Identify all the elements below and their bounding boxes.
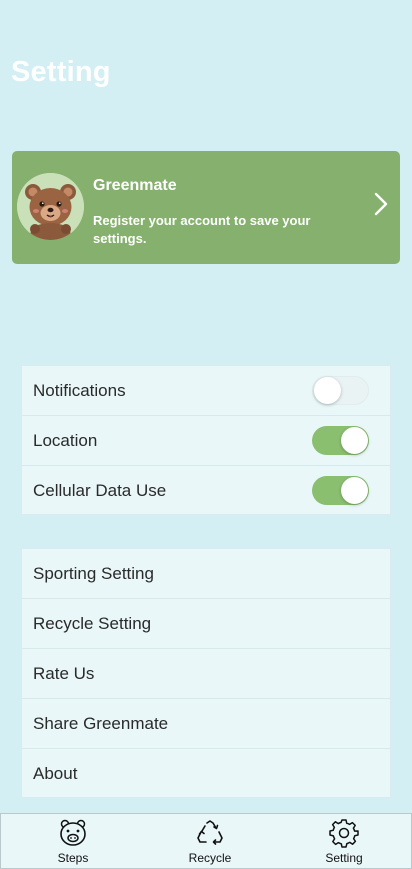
profile-card[interactable]: Greenmate Register your account to save … <box>12 151 400 264</box>
profile-description: Register your account to save your setti… <box>93 213 311 246</box>
tab-setting[interactable]: Setting <box>299 818 389 866</box>
profile-name: Greenmate <box>93 177 177 194</box>
cellular-data-toggle[interactable] <box>312 476 369 505</box>
location-toggle[interactable] <box>312 426 369 455</box>
page-title: Setting <box>11 56 111 88</box>
pig-icon <box>60 819 86 846</box>
notifications-toggle[interactable] <box>312 376 369 405</box>
gear-icon <box>329 819 359 848</box>
toggle-settings-list: Notifications Location Cellular Data Use <box>21 365 391 515</box>
toggle-label: Notifications <box>33 380 126 400</box>
toggle-label: Cellular Data Use <box>33 481 167 500</box>
tab-steps[interactable]: Steps <box>28 818 118 866</box>
toggle-row-notifications: Notifications <box>22 366 390 416</box>
tab-label: Setting <box>325 851 363 865</box>
menu-item-share-greenmate[interactable]: Share Greenmate <box>22 699 390 749</box>
menu-item-recycle-setting[interactable]: Recycle Setting <box>22 599 390 649</box>
tab-label: Steps <box>57 851 89 865</box>
settings-menu-list: Sporting Setting Recycle Setting Rate Us… <box>21 548 391 798</box>
toggle-label: Location <box>33 430 98 450</box>
tab-label: Recycle <box>188 851 232 865</box>
tab-recycle[interactable]: Recycle <box>165 818 255 866</box>
menu-item-rate-us[interactable]: Rate Us <box>22 649 390 699</box>
bear-avatar-icon <box>17 173 84 240</box>
toggle-knob <box>341 477 368 504</box>
toggle-knob <box>314 377 341 404</box>
menu-item-about[interactable]: About <box>22 749 390 799</box>
toggle-knob <box>341 427 368 454</box>
bottom-tab-bar: Steps Recycle Setting <box>0 813 412 869</box>
recycle-icon <box>197 820 223 845</box>
toggle-row-location: Location <box>22 416 390 466</box>
menu-item-sporting-setting[interactable]: Sporting Setting <box>22 549 390 599</box>
chevron-right-icon[interactable] <box>374 192 388 216</box>
toggle-row-cellular-data: Cellular Data Use <box>22 466 390 516</box>
